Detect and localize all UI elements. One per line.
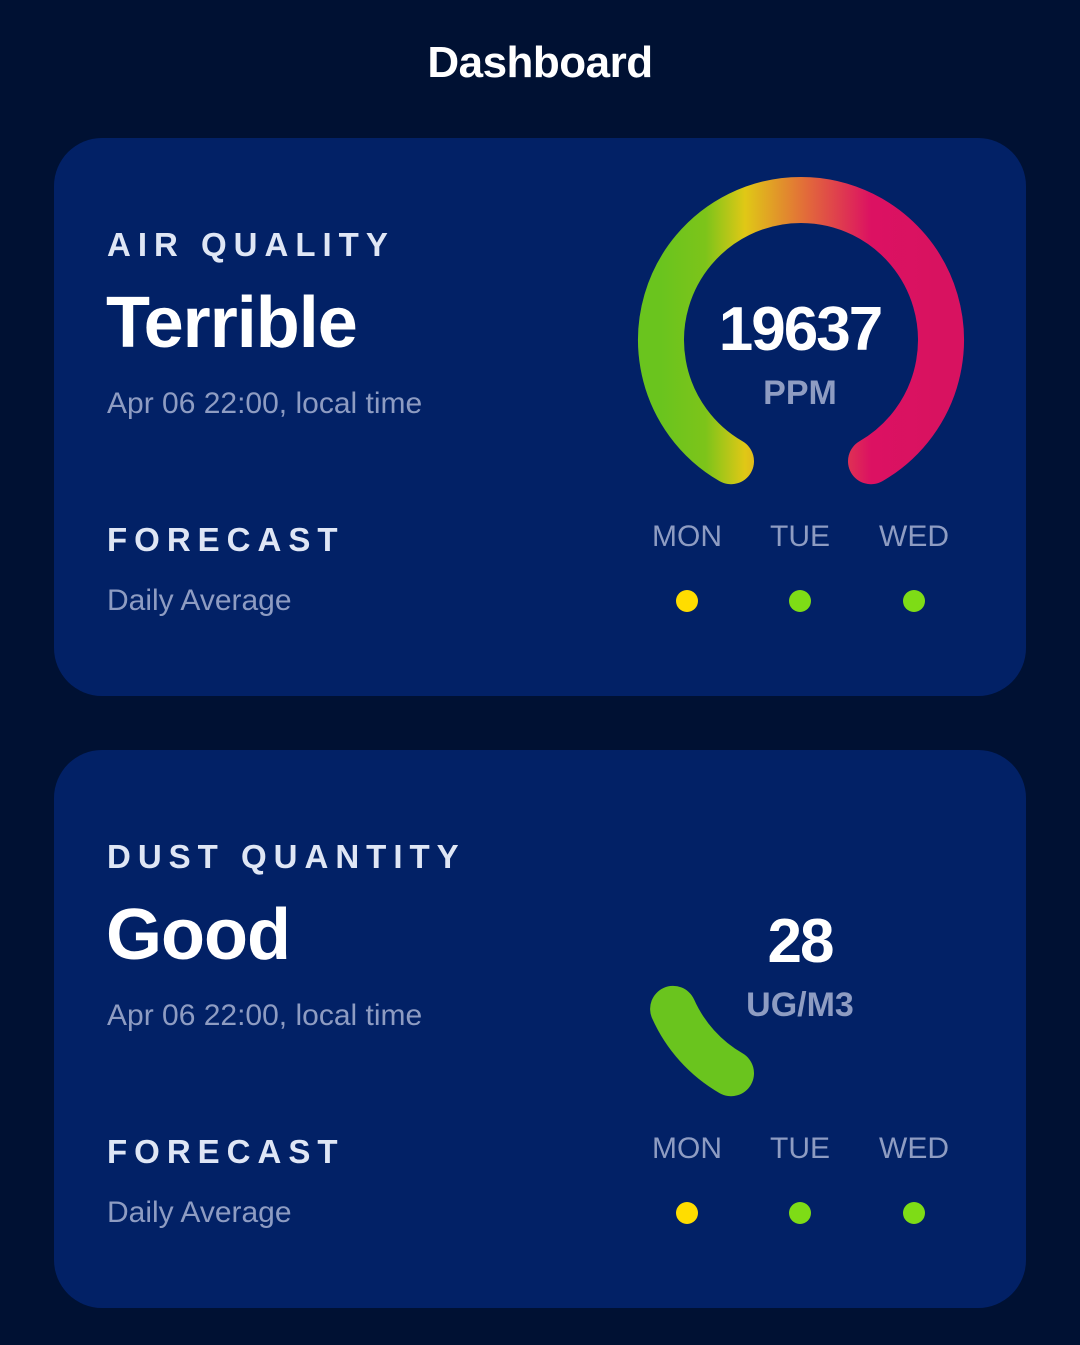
dust-forecast-label: FORECAST xyxy=(107,1133,345,1170)
dust-forecast-subtitle: Daily Average xyxy=(107,1196,292,1229)
dust-forecast-day-mon: MON xyxy=(652,1132,722,1165)
air-forecast-dot-wed xyxy=(903,590,925,612)
dust-quantity-unit: UG/M3 xyxy=(746,986,854,1024)
dust-forecast-dot-tue xyxy=(789,1202,811,1224)
air-forecast-subtitle: Daily Average xyxy=(107,584,292,617)
dust-quantity-value: 28 xyxy=(767,907,835,976)
air-forecast-dot-tue xyxy=(789,590,811,612)
air-forecast-day-tue: TUE xyxy=(770,520,830,553)
air-forecast-day-mon: MON xyxy=(652,520,722,553)
dust-forecast-dot-wed xyxy=(903,1202,925,1224)
dust-quantity-card[interactable]: DUST QUANTITY Good Apr 06 22:00, local t… xyxy=(54,750,1026,1308)
air-quality-card[interactable]: AIR QUALITY Terrible Apr 06 22:00, local… xyxy=(54,138,1026,696)
air-forecast-label: FORECAST xyxy=(107,521,345,558)
air-forecast-dot-mon xyxy=(676,590,698,612)
air-quality-unit: PPM xyxy=(763,374,837,412)
air-quality-value: 19637 xyxy=(718,295,883,364)
dust-forecast-day-tue: TUE xyxy=(770,1132,830,1165)
page-title: Dashboard xyxy=(427,38,653,87)
air-forecast-day-wed: WED xyxy=(879,520,949,553)
dust-forecast-dot-mon xyxy=(676,1202,698,1224)
dust-forecast-day-wed: WED xyxy=(879,1132,949,1165)
